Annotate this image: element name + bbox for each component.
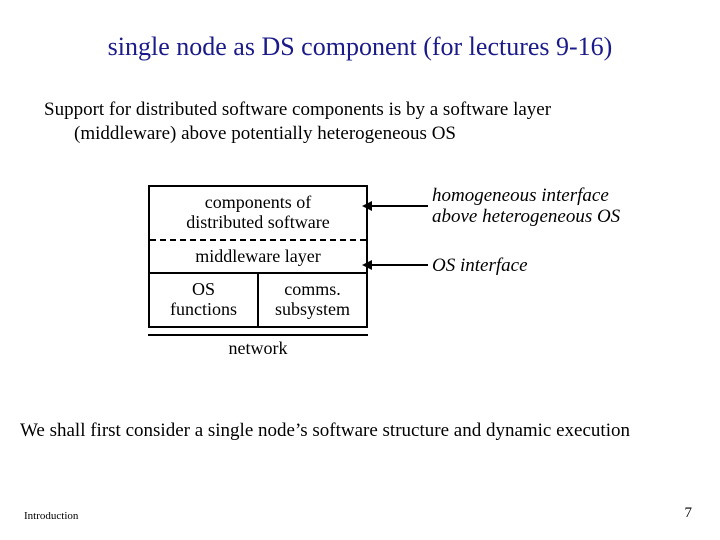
support-text: Support for distributed software compone… <box>44 98 676 146</box>
layer-os-row: OS functions comms. subsystem <box>150 274 366 326</box>
os-functions-l2: functions <box>170 299 237 319</box>
slide-title: single node as DS component (for lecture… <box>0 32 720 62</box>
comms-l2: subsystem <box>275 299 350 319</box>
comms-cell: comms. subsystem <box>259 274 366 326</box>
conclusion-text: We shall first consider a single node’s … <box>20 420 700 442</box>
arrow-to-components-top <box>370 205 428 207</box>
annotation-os-interface: OS interface <box>432 256 632 277</box>
layer-components-l2: distributed software <box>186 212 329 232</box>
network-label: network <box>148 334 368 359</box>
support-line-2: (middleware) above potentially heterogen… <box>74 122 676 146</box>
layer-middleware: middleware layer <box>150 241 366 275</box>
annotation-homogeneous: homogeneous interface above heterogeneou… <box>432 186 672 228</box>
slide: single node as DS component (for lecture… <box>0 0 720 540</box>
footer-left: Introduction <box>24 510 78 522</box>
comms-l1: comms. <box>284 279 341 299</box>
arrow-to-middleware-bottom <box>370 264 428 266</box>
layer-components: components of distributed software <box>150 187 366 241</box>
page-number: 7 <box>685 505 693 522</box>
annot-homog-l1: homogeneous interface <box>432 185 609 206</box>
layer-components-l1: components of <box>205 192 311 212</box>
stack-box: components of distributed software middl… <box>148 185 368 328</box>
os-functions-l1: OS <box>192 279 215 299</box>
layer-diagram: components of distributed software middl… <box>148 185 368 359</box>
support-line-1: Support for distributed software compone… <box>44 98 676 122</box>
os-functions-cell: OS functions <box>150 274 259 326</box>
annot-homog-l2: above heterogeneous OS <box>432 206 620 227</box>
